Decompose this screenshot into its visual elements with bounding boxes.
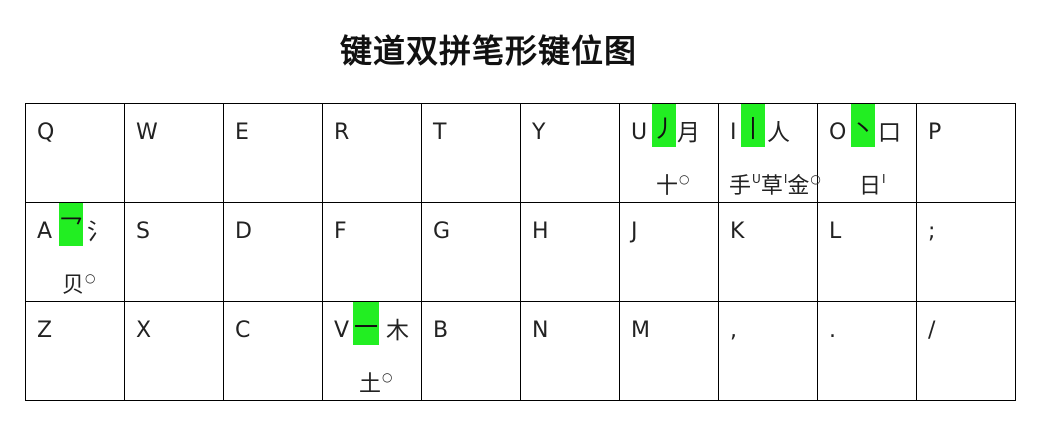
key-cell-a: A 乛 氵 贝○ [25,202,125,302]
key-cell-l: L [817,202,917,302]
key-cell-i: I 丨 人 手U草I金○ [718,103,821,203]
key-cell-period: . [817,301,917,401]
root-line2: 日I [859,172,886,199]
key-letter: / [928,318,936,343]
key-cell-x: X [124,301,224,401]
key-cell-f: F [322,202,422,302]
page-title: 键道双拼笔形键位图 [340,32,638,70]
key-cell-v: V 一 木 土○ [322,301,422,401]
root-line2: 手U草I金○ [729,172,821,199]
key-letter: O [829,120,847,145]
root-line2: 十○ [656,172,690,199]
stroke-highlight: 丶 [851,104,875,147]
key-cell-w: W [124,103,224,203]
key-letter: F [334,219,347,244]
key-cell-e: E [223,103,323,203]
key-letter: I [730,120,737,145]
key-cell-t: T [421,103,521,203]
root-line1: 口 [878,120,901,146]
key-cell-comma: , [718,301,818,401]
key-cell-y: Y [520,103,620,203]
key-cell-h: H [520,202,620,302]
key-letter: W [136,120,158,145]
key-cell-n: N [520,301,620,401]
root-line1: 人 [767,120,790,146]
key-layout-table: Q W E R T Y U 丿 月 十○ I 丨 人 手U草I金○ O 丶 口 [25,103,1016,401]
key-letter: K [730,219,745,244]
key-letter: P [928,120,942,145]
key-letter: ; [928,219,936,244]
key-letter: U [631,120,648,145]
key-letter: V [334,318,350,343]
key-letter: S [136,219,150,244]
key-cell-d: D [223,202,323,302]
key-letter: C [235,318,251,343]
key-letter: J [631,219,638,244]
root-line2: 贝○ [62,271,96,298]
key-letter: N [532,318,549,343]
key-letter: Y [532,120,546,145]
table-row: A 乛 氵 贝○ S D F G H J K L ; [25,202,1016,302]
key-letter: E [235,120,249,145]
key-cell-q: Q [25,103,125,203]
key-cell-m: M [619,301,719,401]
key-cell-s: S [124,202,224,302]
key-cell-j: J [619,202,719,302]
root-line2: 土○ [359,370,393,397]
root-line1: 氵 [87,219,110,245]
key-letter: R [334,120,350,145]
table-row: Z X C V 一 木 土○ B N M , . / [25,301,1016,401]
key-letter: B [433,318,449,343]
key-letter: X [136,318,152,343]
key-cell-c: C [223,301,323,401]
key-cell-slash: / [916,301,1016,401]
key-letter: Q [37,120,55,145]
key-letter: A [37,219,53,244]
key-cell-g: G [421,202,521,302]
key-letter: G [433,219,451,244]
key-letter: Z [37,318,53,343]
key-cell-o: O 丶 口 日I [817,103,917,203]
key-letter: H [532,219,549,244]
stroke-highlight: 一 [353,302,379,345]
key-letter: L [829,219,842,244]
table-row: Q W E R T Y U 丿 月 十○ I 丨 人 手U草I金○ O 丶 口 [25,103,1016,203]
key-cell-semicolon: ; [916,202,1016,302]
key-letter: M [631,318,650,343]
key-cell-z: Z [25,301,125,401]
key-cell-u: U 丿 月 十○ [619,103,719,203]
stroke-highlight: 丿 [652,104,676,147]
stroke-highlight: 丨 [741,104,765,147]
key-letter: D [235,219,252,244]
root-line1: 木 [386,318,409,344]
key-letter: T [433,120,447,145]
key-cell-r: R [322,103,422,203]
stroke-highlight: 乛 [59,203,83,246]
root-line1: 月 [677,120,700,146]
key-cell-b: B [421,301,521,401]
key-cell-p: P [916,103,1016,203]
key-cell-k: K [718,202,818,302]
key-letter: . [829,318,836,343]
key-letter: , [730,318,737,343]
